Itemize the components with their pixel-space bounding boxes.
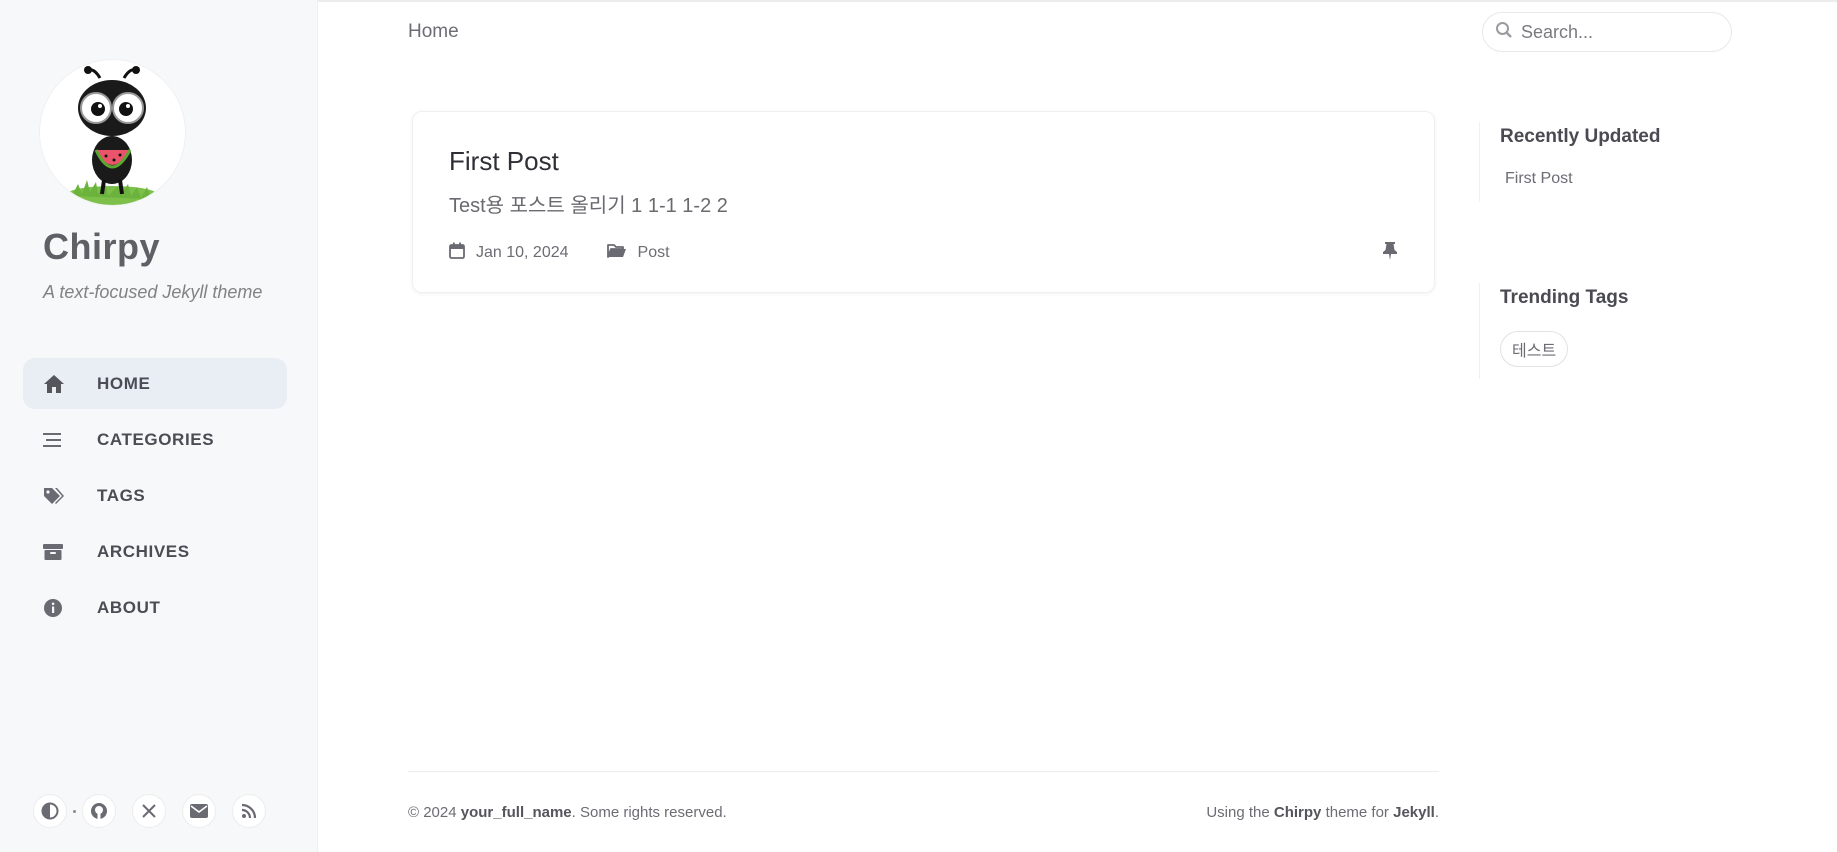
sidebar-item-home[interactable]: HOME [23,358,287,409]
footer-author[interactable]: your_full_name [461,804,572,821]
sidebar-item-categories[interactable]: CATEGORIES [23,414,287,465]
pin-icon [1382,241,1398,266]
site-subtitle: A text-focused Jekyll theme [43,282,263,302]
separator-dot [73,809,76,813]
sidebar-nav: HOME CATEGORIES TAGS ARCHIVES ABOUT [23,358,287,638]
topbar-border [318,0,1837,2]
recent-post-link[interactable]: First Post [1505,170,1739,188]
x-twitter-icon[interactable] [132,794,166,828]
post-excerpt: Test용 포스트 올리기 1 1-1 1-2 2 [449,195,728,217]
calendar-icon [449,242,465,264]
post-category-text[interactable]: Post [638,244,670,262]
sidebar-item-label: ARCHIVES [97,541,190,561]
search-box[interactable] [1482,12,1732,52]
sidebar-item-label: CATEGORIES [97,429,215,449]
avatar[interactable] [40,60,185,205]
home-icon [43,373,77,395]
trending-tags-panel: Trending Tags 테스트 [1479,283,1739,379]
footer-rights: . Some rights reserved. [571,804,727,821]
ant-mascot-icon [64,66,160,205]
footer-credits: Using the Chirpy theme for Jekyll. [1206,804,1439,821]
sidebar-item-tags[interactable]: TAGS [23,470,287,521]
github-icon[interactable] [82,794,116,828]
sidebar-item-label: ABOUT [97,597,161,617]
tag-chip[interactable]: 테스트 [1500,331,1569,367]
stream-icon [43,429,77,451]
rss-icon[interactable] [232,794,266,828]
footer-copyright: © 2024 your_full_name. Some rights reser… [408,804,727,821]
tags-icon [43,485,77,507]
recently-updated-title: Recently Updated [1500,126,1661,147]
footer-engine-link[interactable]: Jekyll [1393,804,1435,821]
archive-icon [43,541,77,563]
post-title[interactable]: First Post [449,146,559,177]
footer-year: © 2024 [408,804,457,821]
trending-tags-title: Trending Tags [1500,287,1629,308]
sidebar-item-label: HOME [97,373,151,393]
post-meta: Jan 10, 2024 Post [449,242,708,264]
footer-period: . [1434,804,1439,821]
sidebar-item-archives[interactable]: ARCHIVES [23,526,287,577]
recently-updated-panel: Recently Updated First Post [1479,122,1739,202]
sidebar-item-label: TAGS [97,485,146,505]
post-date: Jan 10, 2024 [449,242,569,264]
folder-open-icon [606,243,627,264]
footer-theme-link[interactable]: Chirpy [1274,804,1322,821]
post-card[interactable]: First Post Test용 포스트 올리기 1 1-1 1-2 2 Jan… [412,111,1435,293]
search-icon [1495,21,1513,44]
sidebar-bottom-links [33,794,282,828]
site-title[interactable]: Chirpy [43,226,160,268]
footer-divider [408,771,1439,772]
sidebar: Chirpy A text-focused Jekyll theme HOME … [0,0,318,852]
footer-theme-for: theme for [1325,804,1389,821]
breadcrumb: Home [408,21,459,42]
post-category: Post [606,243,670,264]
email-icon[interactable] [182,794,216,828]
post-date-text: Jan 10, 2024 [476,244,569,261]
sidebar-item-about[interactable]: ABOUT [23,582,287,633]
info-circle-icon [43,597,77,619]
footer-using: Using the [1206,804,1270,821]
search-input[interactable] [1521,21,1711,43]
theme-toggle-icon[interactable] [33,794,67,828]
